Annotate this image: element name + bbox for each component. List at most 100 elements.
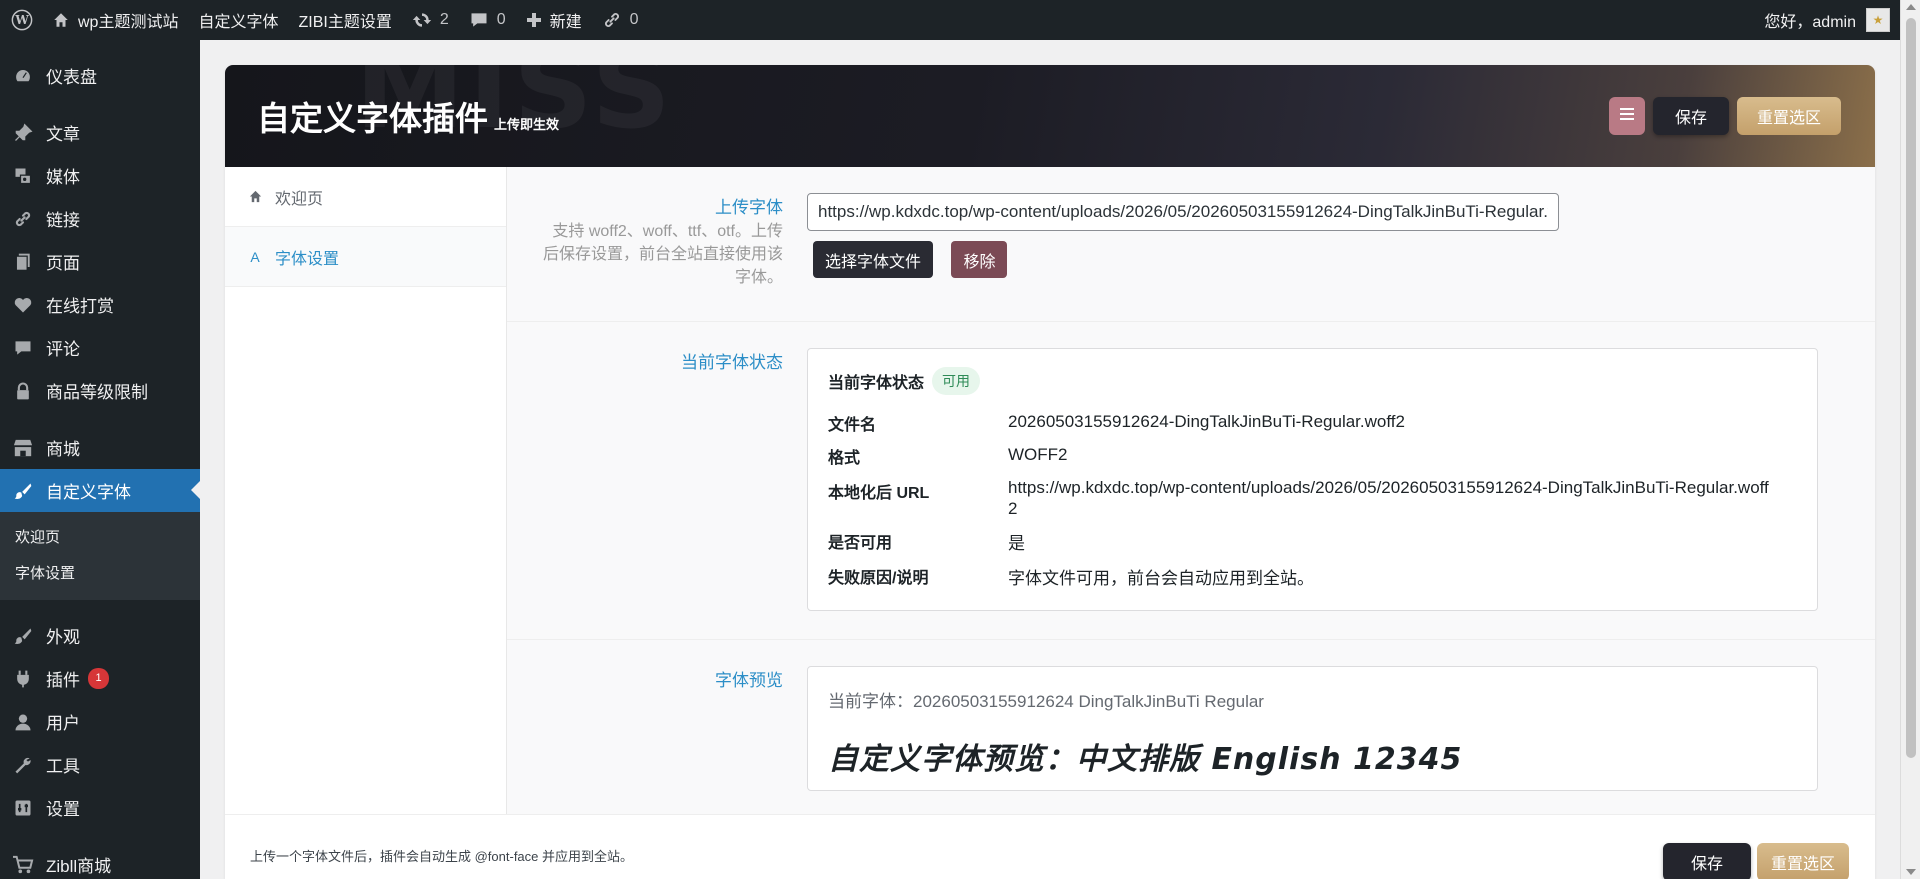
- upload-font-description: 支持 woff2、woff、ttf、otf。上传后保存设置，前台全站直接使用该字…: [543, 223, 784, 286]
- sidebar-item-label: 插件: [46, 671, 80, 690]
- sidebar-item-custom-font[interactable]: 自定义字体: [0, 469, 200, 512]
- font-url-input[interactable]: [807, 193, 1559, 231]
- sidebar-item-media[interactable]: 媒体: [0, 154, 200, 197]
- links-count: 0: [629, 11, 639, 28]
- submenu-item-welcome[interactable]: 欢迎页: [0, 520, 200, 556]
- footer-reset-section-button[interactable]: 重置选区: [1756, 843, 1849, 879]
- scroll-up-arrow-icon[interactable]: [1906, 4, 1916, 10]
- status-value: https://wp.kdxdc.top/wp-content/uploads/…: [1008, 478, 1769, 518]
- remove-font-button[interactable]: 移除: [951, 241, 1008, 278]
- home-icon: [52, 11, 70, 29]
- account-menu[interactable]: 您好，admin ★: [1764, 8, 1900, 32]
- status-row-available: 是否可用 是: [828, 533, 1797, 554]
- sidebar-item-label: 评论: [46, 340, 80, 359]
- sidebar-item-comments[interactable]: 评论: [0, 326, 200, 369]
- admin-bar: W wp主题测试站 自定义字体 ZIBI主题设置 2 0 新建 0 您好，adm…: [0, 0, 1900, 40]
- status-key: 格式: [828, 450, 861, 467]
- sidebar-item-label: 商品等级限制: [46, 383, 148, 402]
- upload-font-label: 上传字体: [715, 198, 783, 217]
- brush-icon: [12, 625, 34, 647]
- sidebar-item-label: 用户: [46, 714, 80, 733]
- comments-count: 0: [496, 11, 506, 28]
- sidebar-item-label: 链接: [46, 211, 80, 230]
- save-button[interactable]: 保存: [1652, 97, 1729, 135]
- footer-actions: 保存 重置选区: [1662, 843, 1849, 879]
- user-icon: [12, 711, 34, 733]
- dashboard-icon: [12, 65, 34, 87]
- custom-font-label: 自定义字体: [198, 14, 279, 31]
- sidebar-item-links[interactable]: 链接: [0, 197, 200, 240]
- sidebar-item-label: 文章: [46, 125, 80, 144]
- sidebar-item-plugins[interactable]: 插件 1: [0, 657, 200, 700]
- status-value: WOFF2: [1008, 445, 1068, 464]
- site-name-link[interactable]: wp主题测试站: [42, 0, 188, 40]
- lock-icon: [12, 380, 34, 402]
- status-key: 本地化后 URL: [828, 485, 930, 502]
- panel-header: MISS 自定义字体插件 上传即生效 保存 重置选区: [225, 65, 1875, 167]
- sidebar-item-label: 商城: [46, 440, 80, 459]
- custom-font-link[interactable]: 自定义字体: [188, 0, 288, 40]
- sidebar-item-label: 页面: [46, 254, 80, 273]
- status-key: 失败原因/说明: [828, 570, 929, 587]
- zibi-settings-link[interactable]: ZIBI主题设置: [288, 0, 401, 40]
- sidebar-item-store[interactable]: 商城: [0, 426, 200, 469]
- zibi-settings-label: ZIBI主题设置: [298, 14, 392, 31]
- font-preview-card: 当前字体：20260503155912624 DingTalkJinBuTi R…: [807, 666, 1818, 791]
- choose-font-file-button[interactable]: 选择字体文件: [813, 241, 934, 278]
- new-content-link[interactable]: 新建: [516, 0, 592, 40]
- tab-welcome[interactable]: 欢迎页: [225, 167, 506, 227]
- status-value: 20260503155912624-DingTalkJinBuTi-Regula…: [1008, 412, 1405, 431]
- updates-link[interactable]: 2: [402, 0, 459, 40]
- panel-footer: 上传一个字体文件后，插件会自动生成 @font-face 并应用到全站。 保存 …: [225, 814, 1875, 879]
- menu-toggle-button[interactable]: [1608, 97, 1645, 135]
- wrench-icon: [12, 754, 34, 776]
- comments-link[interactable]: 0: [459, 0, 516, 40]
- upload-font-row: 上传字体 支持 woff2、woff、ttf、otf。上传后保存设置，前台全站直…: [507, 167, 1875, 322]
- submenu-item-font-settings[interactable]: 字体设置: [0, 556, 200, 592]
- font-status-card: 当前字体状态 可用 文件名 20260503155912624-DingTalk…: [807, 348, 1818, 611]
- sidebar-item-pages[interactable]: 页面: [0, 240, 200, 283]
- status-row-filename: 文件名 20260503155912624-DingTalkJinBuTi-Re…: [828, 407, 1797, 436]
- sidebar-item-users[interactable]: 用户: [0, 700, 200, 743]
- sidebar-item-label: 设置: [46, 800, 80, 819]
- header-actions: 保存 重置选区: [1608, 97, 1841, 135]
- tab-font-settings[interactable]: A 字体设置: [225, 227, 506, 287]
- sidebar-item-settings[interactable]: 设置: [0, 786, 200, 829]
- links-link[interactable]: 0: [592, 0, 649, 40]
- page-scrollbar[interactable]: [1900, 0, 1920, 879]
- sidebar-item-dashboard[interactable]: 仪表盘: [0, 54, 200, 97]
- status-key: 是否可用: [828, 535, 893, 552]
- footer-save-button[interactable]: 保存: [1662, 843, 1751, 879]
- font-a-icon: A: [250, 248, 260, 265]
- sidebar-item-label: 自定义字体: [46, 483, 131, 502]
- sidebar-item-label: 媒体: [46, 168, 80, 187]
- tab-label: 欢迎页: [275, 190, 324, 208]
- media-icon: [12, 165, 34, 187]
- status-value: 是: [1008, 534, 1025, 553]
- current-font-name: 当前字体：20260503155912624 DingTalkJinBuTi R…: [828, 692, 1264, 711]
- footer-note: 上传一个字体文件后，插件会自动生成 @font-face 并应用到全站。: [250, 848, 634, 864]
- sidebar-item-zibll-store[interactable]: Zibll商城: [0, 843, 200, 879]
- settings-content: 上传字体 支持 woff2、woff、ttf、otf。上传后保存设置，前台全站直…: [507, 167, 1875, 814]
- refresh-icon: [412, 10, 432, 30]
- settings-panel: MISS 自定义字体插件 上传即生效 保存 重置选区 欢迎页 A 字体设置 上传…: [225, 65, 1875, 879]
- wordpress-logo-icon[interactable]: W: [2, 0, 42, 40]
- scrollbar-thumb[interactable]: [1906, 18, 1916, 758]
- sidebar-item-appearance[interactable]: 外观: [0, 614, 200, 657]
- reset-section-button[interactable]: 重置选区: [1736, 97, 1841, 135]
- font-preview-label: 字体预览: [715, 671, 783, 690]
- sidebar-item-donate[interactable]: 在线打赏: [0, 283, 200, 326]
- link-icon: [602, 10, 622, 30]
- status-key: 文件名: [828, 417, 877, 434]
- sidebar-item-level-limit[interactable]: 商品等级限制: [0, 369, 200, 412]
- page-title: 自定义字体插件: [257, 100, 488, 137]
- sidebar-item-label: 仪表盘: [46, 68, 97, 87]
- plugin-icon: [12, 668, 34, 690]
- scroll-down-arrow-icon[interactable]: [1906, 869, 1916, 875]
- updates-count: 2: [439, 11, 449, 28]
- sidebar-item-label: 外观: [46, 628, 80, 647]
- sidebar-item-tools[interactable]: 工具: [0, 743, 200, 786]
- custom-font-submenu: 欢迎页 字体设置: [0, 512, 200, 600]
- sidebar-item-label: 在线打赏: [46, 297, 114, 316]
- sidebar-item-posts[interactable]: 文章: [0, 111, 200, 154]
